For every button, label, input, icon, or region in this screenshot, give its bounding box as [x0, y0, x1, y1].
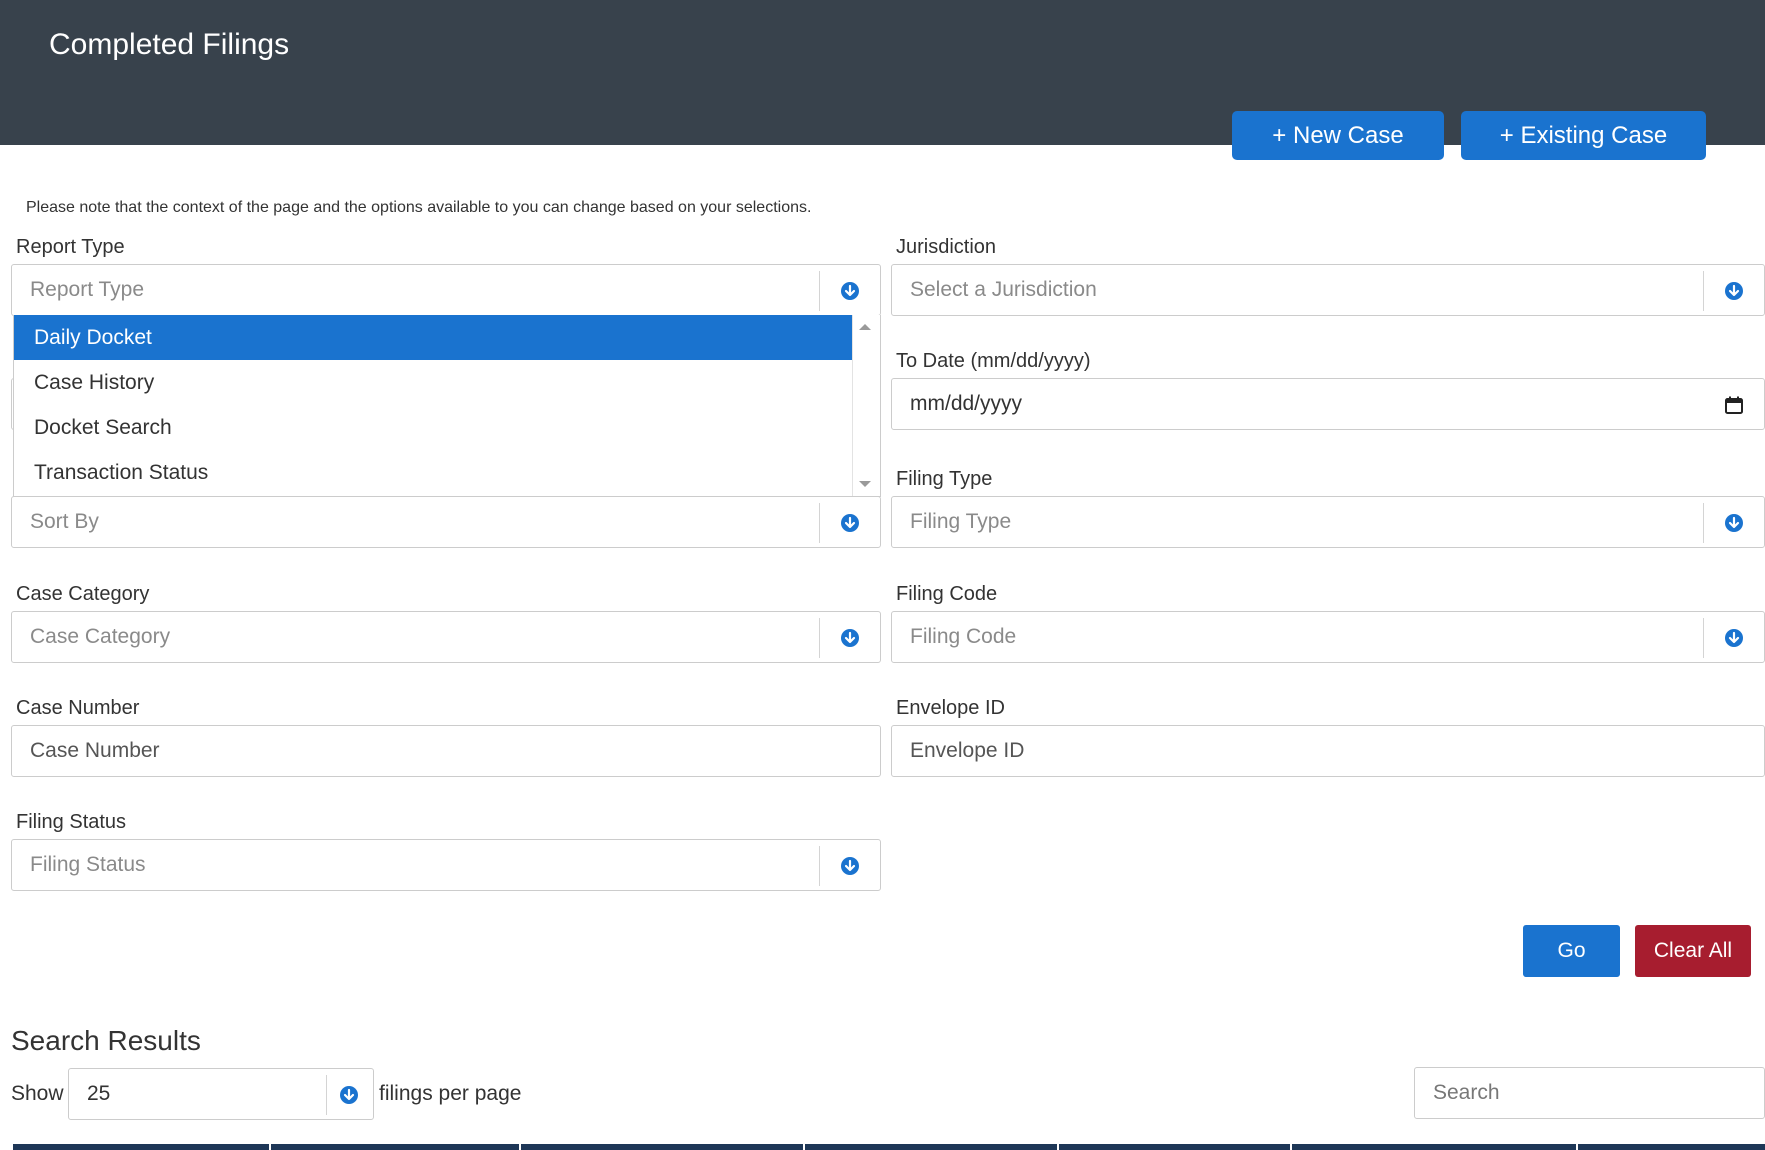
table-header-divider [519, 1144, 521, 1150]
envelope-id-input[interactable]: Envelope ID [891, 725, 1765, 777]
search-placeholder: Search [1433, 1081, 1500, 1104]
case-category-placeholder: Case Category [30, 625, 171, 648]
select-divider [1703, 503, 1704, 543]
sort-by-placeholder: Sort By [30, 510, 99, 533]
report-type-placeholder: Report Type [30, 278, 145, 301]
filing-status-select[interactable]: Filing Status [11, 839, 881, 891]
case-number-input[interactable]: Case Number [11, 725, 881, 777]
filing-code-label: Filing Code [896, 583, 998, 605]
table-header-divider [1057, 1144, 1059, 1150]
circle-arrow-down-icon[interactable] [840, 281, 860, 301]
jurisdiction-select[interactable]: Select a Jurisdiction [891, 264, 1765, 316]
circle-arrow-down-icon[interactable] [840, 513, 860, 533]
filing-code-select[interactable]: Filing Code [891, 611, 1765, 663]
select-divider [1703, 271, 1704, 311]
select-divider [819, 271, 820, 311]
case-number-placeholder: Case Number [30, 739, 160, 762]
circle-arrow-down-icon[interactable] [1724, 513, 1744, 533]
to-date-input[interactable]: mm/dd/yyyy [891, 378, 1765, 430]
report-type-select[interactable]: Report Type [11, 264, 881, 316]
table-header-divider [803, 1144, 805, 1150]
select-divider [1703, 618, 1704, 658]
filing-type-select[interactable]: Filing Type [891, 496, 1765, 548]
to-date-placeholder: mm/dd/yyyy [910, 392, 1023, 415]
filing-code-placeholder: Filing Code [910, 625, 1017, 648]
select-divider [819, 618, 820, 658]
circle-arrow-down-icon[interactable] [840, 628, 860, 648]
clear-all-button[interactable]: Clear All [1635, 925, 1751, 977]
calendar-icon[interactable] [1724, 395, 1744, 415]
dropdown-option-case-history[interactable]: Case History [14, 360, 853, 405]
jurisdiction-label: Jurisdiction [896, 236, 997, 258]
scroll-up-icon[interactable] [859, 324, 871, 330]
to-date-label: To Date (mm/dd/yyyy) [896, 350, 1091, 372]
envelope-id-placeholder: Envelope ID [910, 739, 1025, 762]
table-header-divider [269, 1144, 271, 1150]
filing-status-placeholder: Filing Status [30, 853, 146, 876]
circle-arrow-down-icon[interactable] [840, 856, 860, 876]
dropdown-option-docket-search[interactable]: Docket Search [14, 405, 853, 450]
filing-type-placeholder: Filing Type [910, 510, 1012, 533]
scroll-down-icon[interactable] [859, 481, 871, 487]
show-label: Show [11, 1082, 64, 1105]
case-category-select[interactable]: Case Category [11, 611, 881, 663]
go-button[interactable]: Go [1523, 925, 1620, 977]
circle-arrow-down-icon[interactable] [339, 1085, 359, 1105]
context-note: Please note that the context of the page… [26, 199, 812, 216]
circle-arrow-down-icon[interactable] [1724, 628, 1744, 648]
sort-by-select[interactable]: Sort By [11, 496, 881, 548]
jurisdiction-placeholder: Select a Jurisdiction [910, 278, 1097, 301]
report-type-dropdown: Daily Docket Case History Docket Search … [13, 315, 881, 497]
select-divider [326, 1075, 327, 1115]
table-header-divider [1290, 1144, 1292, 1150]
new-case-button[interactable]: + New Case [1232, 111, 1444, 160]
dropdown-option-transaction-status[interactable]: Transaction Status [14, 450, 853, 495]
case-number-label: Case Number [16, 697, 140, 719]
select-divider [819, 846, 820, 886]
page-size-select[interactable]: 25 [68, 1068, 374, 1120]
case-category-label: Case Category [16, 583, 150, 605]
table-header-divider [1576, 1144, 1578, 1150]
page-title: Completed Filings [49, 28, 290, 61]
report-type-label: Report Type [16, 236, 125, 258]
filing-status-label: Filing Status [16, 811, 127, 833]
search-input[interactable]: Search [1414, 1067, 1765, 1119]
select-divider [819, 503, 820, 543]
search-results-title: Search Results [11, 1025, 201, 1056]
filings-per-page-label: filings per page [379, 1082, 522, 1105]
envelope-id-label: Envelope ID [896, 697, 1005, 719]
existing-case-button[interactable]: + Existing Case [1461, 111, 1706, 160]
results-table-header [13, 1144, 1765, 1150]
dropdown-scrollbar[interactable] [852, 315, 880, 496]
page-size-value: 25 [87, 1082, 111, 1105]
dropdown-option-daily-docket[interactable]: Daily Docket [14, 315, 853, 360]
circle-arrow-down-icon[interactable] [1724, 281, 1744, 301]
filing-type-label: Filing Type [896, 468, 993, 490]
